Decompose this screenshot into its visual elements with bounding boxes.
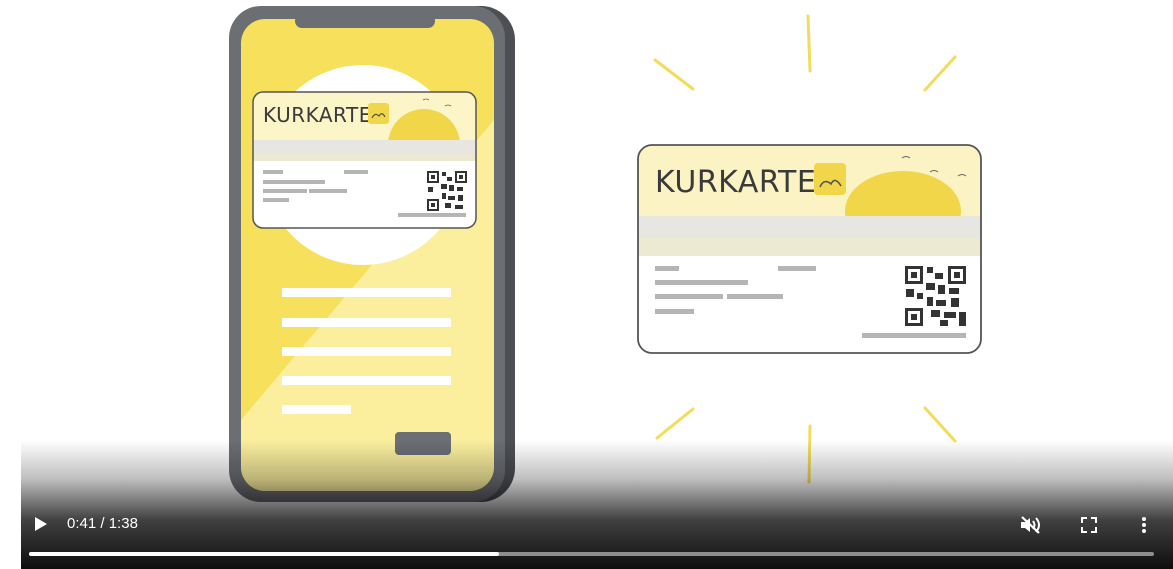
fullscreen-button[interactable] xyxy=(1076,512,1102,538)
play-button[interactable] xyxy=(29,512,53,536)
mute-button[interactable] xyxy=(1017,512,1043,538)
phone-text-line xyxy=(282,376,451,385)
phone-text-line xyxy=(282,318,451,327)
beach-logo-icon xyxy=(368,103,389,124)
progress-bar[interactable] xyxy=(29,552,1154,556)
time-display: 0:41 / 1:38 xyxy=(67,515,138,532)
phone-kurkarte-card: KURKARTE xyxy=(252,91,477,229)
more-vertical-icon xyxy=(1142,517,1146,533)
video-control-bar: 0:41 / 1:38 xyxy=(21,440,1173,569)
card-title: KURKARTE xyxy=(655,165,816,200)
phone-card-title: KURKARTE xyxy=(263,103,372,127)
phone-illustration: KURKARTE xyxy=(229,6,515,502)
fullscreen-icon xyxy=(1081,517,1097,533)
phone-qr-code-icon xyxy=(427,171,467,211)
duration: 1:38 xyxy=(108,515,138,532)
current-time: 0:41 xyxy=(67,515,97,532)
time-separator: / xyxy=(96,515,109,532)
phone-notch xyxy=(295,14,435,28)
play-icon xyxy=(35,517,47,531)
kurkarte-card: KURKARTE xyxy=(637,144,982,354)
beach-logo-icon xyxy=(814,163,846,195)
phone-text-line xyxy=(282,288,451,297)
progress-fill xyxy=(29,552,500,556)
video-player[interactable]: KURKARTE KURKARTE 0:41 / 1:38 xyxy=(0,0,1173,569)
more-options-button[interactable] xyxy=(1134,512,1154,538)
volume-muted-icon xyxy=(1021,516,1040,534)
phone-text-line xyxy=(282,405,351,414)
qr-code-icon xyxy=(905,266,966,326)
phone-text-line xyxy=(282,347,451,356)
